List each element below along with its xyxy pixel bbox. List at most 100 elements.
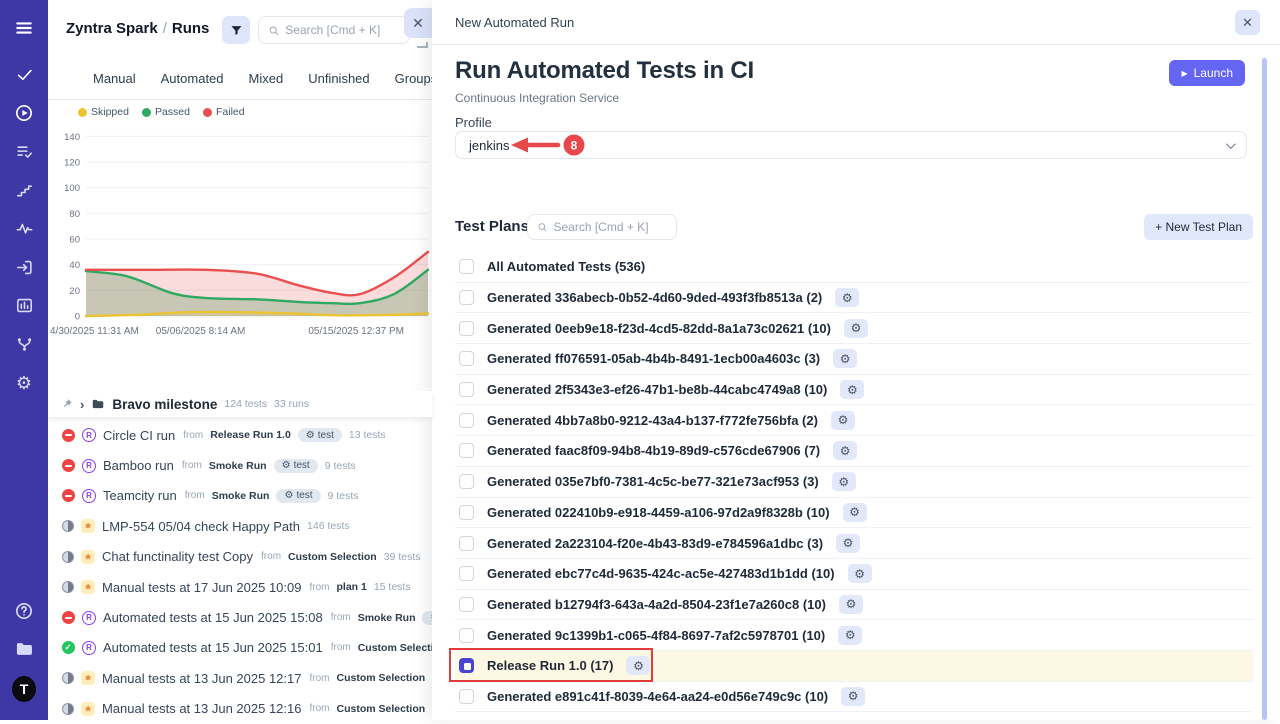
- list-check-icon[interactable]: [12, 139, 36, 163]
- panel-close-button[interactable]: ✕: [404, 8, 432, 38]
- checkbox[interactable]: [459, 505, 474, 520]
- test-plan-settings-button[interactable]: ⚙: [841, 687, 865, 706]
- test-plan-row[interactable]: Generated 9c1399b1-c065-4f84-8697-7af2c5…: [455, 620, 1253, 651]
- checkbox[interactable]: [459, 443, 474, 458]
- drawer-close-button[interactable]: ✕: [1235, 10, 1260, 35]
- milestone-name[interactable]: Bravo milestone: [112, 397, 217, 412]
- test-tag-pill[interactable]: ⚙test: [274, 459, 318, 473]
- filter-button[interactable]: [222, 16, 250, 44]
- tab-automated[interactable]: Automated: [161, 71, 224, 86]
- test-plan-row[interactable]: Generated 2f5343e3-ef26-47b1-be8b-44cabc…: [455, 375, 1253, 406]
- run-row[interactable]: *Chat functinality test CopyfromCustom S…: [48, 542, 432, 572]
- app-logo[interactable]: T: [12, 676, 36, 702]
- legend-item-passed[interactable]: Passed: [142, 106, 190, 118]
- checkbox[interactable]: [459, 321, 474, 336]
- test-plans-search[interactable]: [527, 214, 677, 240]
- checkbox[interactable]: [459, 290, 474, 305]
- steps-icon[interactable]: [12, 178, 36, 202]
- legend-item-failed[interactable]: Failed: [203, 106, 245, 118]
- tab-mixed[interactable]: Mixed: [249, 71, 284, 86]
- help-icon[interactable]: [12, 599, 36, 623]
- check-icon[interactable]: [12, 62, 36, 86]
- run-row[interactable]: RAutomated tests at 15 Jun 2025 15:01fro…: [48, 633, 432, 663]
- test-plan-row[interactable]: Release Run 1.0 (17)⚙: [455, 651, 1253, 682]
- breadcrumb-project[interactable]: Zyntra Spark: [66, 20, 158, 37]
- test-plan-settings-button[interactable]: ⚙: [836, 534, 860, 553]
- test-plan-settings-button[interactable]: ⚙: [832, 472, 856, 491]
- test-tag-pill[interactable]: ⚙test: [276, 489, 320, 503]
- breadcrumb[interactable]: Zyntra Spark/Runs: [66, 20, 209, 37]
- checkbox[interactable]: [459, 382, 474, 397]
- test-plan-settings-button[interactable]: ⚙: [833, 441, 857, 460]
- test-plan-settings-button[interactable]: ⚙: [833, 349, 857, 368]
- checkbox[interactable]: [459, 474, 474, 489]
- branch-icon[interactable]: [12, 332, 36, 356]
- folder-icon[interactable]: [12, 637, 36, 661]
- test-plan-row[interactable]: Generated 336abecb-0b52-4d60-9ded-493f3f…: [455, 283, 1253, 314]
- test-plan-settings-button[interactable]: ⚙: [848, 564, 872, 583]
- checkbox[interactable]: [459, 628, 474, 643]
- profile-select[interactable]: jenkins: [455, 131, 1247, 159]
- run-row[interactable]: *Manual tests at 17 Jun 2025 10:09frompl…: [48, 572, 432, 602]
- breadcrumb-page[interactable]: Runs: [172, 20, 210, 37]
- test-plans-search-input[interactable]: [553, 220, 667, 234]
- runs-search[interactable]: [258, 16, 410, 44]
- run-row[interactable]: RTeamcity runfromSmoke Run⚙test9 tests: [48, 481, 432, 511]
- checkbox[interactable]: [459, 597, 474, 612]
- test-plan-settings-button[interactable]: ⚙: [843, 503, 867, 522]
- test-plan-row[interactable]: Generated 0eeb9e18-f23d-4cd5-82dd-8a1a73…: [455, 313, 1253, 344]
- checkbox-checked[interactable]: [459, 658, 474, 673]
- runs-search-input[interactable]: [285, 23, 400, 37]
- search-icon: [268, 24, 279, 37]
- tab-groups[interactable]: Groups: [395, 71, 438, 86]
- checkbox[interactable]: [459, 413, 474, 428]
- test-plan-settings-button[interactable]: ⚙: [840, 380, 864, 399]
- menu-icon[interactable]: [12, 16, 36, 40]
- test-plan-settings-button[interactable]: ⚙: [831, 411, 855, 430]
- test-plan-row[interactable]: Generated 022410b9-e918-4459-a106-97d2a9…: [455, 498, 1253, 529]
- test-plan-settings-button[interactable]: ⚙: [835, 288, 859, 307]
- checkbox[interactable]: [459, 259, 474, 274]
- test-plan-row[interactable]: All Automated Tests (536): [455, 252, 1253, 283]
- from-label: from: [309, 582, 329, 593]
- run-row[interactable]: *Manual tests at 13 Jun 2025 12:16fromCu…: [48, 694, 432, 724]
- checkbox[interactable]: [459, 566, 474, 581]
- test-plan-row[interactable]: Generated ff076591-05ab-4b4b-8491-1ecb00…: [455, 344, 1253, 375]
- test-plan-settings-button[interactable]: ⚙: [839, 595, 863, 614]
- run-row[interactable]: RCircle CI runfromRelease Run 1.0⚙test13…: [48, 420, 432, 450]
- checkbox[interactable]: [459, 536, 474, 551]
- test-plan-row[interactable]: Generated e891c41f-8039-4e64-aa24-e0d56e…: [455, 682, 1253, 713]
- tab-manual[interactable]: Manual: [93, 71, 136, 86]
- run-row[interactable]: RBamboo runfromSmoke Run⚙test9 tests: [48, 450, 432, 480]
- new-test-plan-button[interactable]: + New Test Plan: [1144, 214, 1253, 240]
- checkbox[interactable]: [459, 689, 474, 704]
- logo-icon[interactable]: T: [12, 677, 36, 701]
- play-circle-icon[interactable]: [12, 101, 36, 125]
- activity-icon[interactable]: [12, 216, 36, 240]
- run-row[interactable]: RAutomated tests at 15 Jun 2025 15:08fro…: [48, 602, 432, 632]
- checkbox[interactable]: [459, 351, 474, 366]
- test-plan-row[interactable]: Generated ebc77c4d-9635-424c-ac5e-427483…: [455, 559, 1253, 590]
- test-plan-row[interactable]: Generated b12794f3-643a-4a2d-8504-23f1e7…: [455, 590, 1253, 621]
- test-plan-settings-button[interactable]: ⚙: [626, 656, 650, 675]
- run-row[interactable]: *LMP-554 05/04 check Happy Path146 tests: [48, 511, 432, 541]
- run-row[interactable]: *Manual tests at 13 Jun 2025 12:17fromCu…: [48, 663, 432, 693]
- bar-chart-icon[interactable]: [12, 293, 36, 317]
- test-plan-row[interactable]: Generated 2a223104-f20e-4b43-83d9-e78459…: [455, 528, 1253, 559]
- tab-unfinished[interactable]: Unfinished: [308, 71, 369, 86]
- test-plan-label: All Automated Tests (536): [487, 259, 645, 274]
- test-plans-heading: Test Plans: [455, 218, 529, 235]
- test-plan-row[interactable]: Generated 4bb7a8b0-9212-43a4-b137-f772fe…: [455, 405, 1253, 436]
- expand-chevron-icon[interactable]: ›: [80, 397, 84, 412]
- settings-icon[interactable]: ⚙: [12, 371, 36, 395]
- test-plan-settings-button[interactable]: ⚙: [838, 626, 862, 645]
- test-plan-row[interactable]: Generated 035e7bf0-7381-4c5c-be77-321e73…: [455, 467, 1253, 498]
- test-plan-row[interactable]: Generated faac8f09-94b8-4b19-89d9-c576cd…: [455, 436, 1253, 467]
- drawer-scrollbar[interactable]: [1262, 58, 1267, 720]
- milestone-row[interactable]: › Bravo milestone 124 tests 33 runs: [48, 391, 432, 417]
- launch-button[interactable]: ▶ Launch: [1169, 60, 1245, 86]
- sign-in-icon[interactable]: [12, 255, 36, 279]
- test-tag-pill[interactable]: ⚙test: [298, 428, 342, 442]
- test-plan-settings-button[interactable]: ⚙: [844, 319, 868, 338]
- legend-item-skipped[interactable]: Skipped: [78, 106, 129, 118]
